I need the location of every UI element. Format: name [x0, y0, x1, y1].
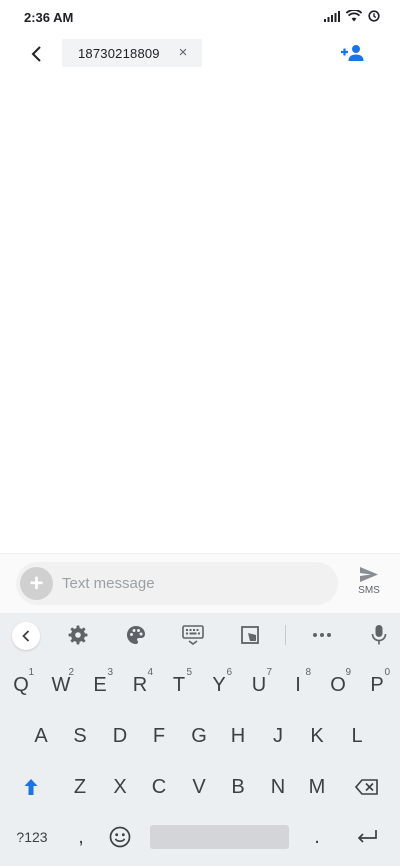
key-h[interactable]: H [220, 716, 256, 756]
key-w[interactable]: W2 [43, 665, 79, 705]
key-i[interactable]: I8 [280, 665, 316, 705]
key-c[interactable]: C [141, 767, 177, 807]
key-j[interactable]: J [260, 716, 296, 756]
back-icon [22, 630, 30, 642]
key-f[interactable]: F [141, 716, 177, 756]
key-y[interactable]: Y6 [201, 665, 237, 705]
status-time: 2:36 AM [24, 10, 74, 25]
key-r[interactable]: R4 [122, 665, 158, 705]
back-button[interactable] [22, 40, 50, 68]
keyboard-mode-button[interactable] [181, 623, 205, 647]
key-n[interactable]: N [260, 767, 296, 807]
key-d[interactable]: D [102, 716, 138, 756]
more-button[interactable] [310, 623, 334, 647]
key-p[interactable]: P0 [359, 665, 395, 705]
key-m[interactable]: M [299, 767, 335, 807]
key-x[interactable]: X [102, 767, 138, 807]
recipient-number: 18730218809 [78, 45, 160, 61]
conversation-header: 18730218809 × [0, 36, 400, 72]
recipient-chip[interactable]: 18730218809 × [62, 39, 202, 67]
resize-icon [241, 626, 259, 644]
attach-button[interactable]: + [20, 567, 53, 600]
key-e[interactable]: E3 [82, 665, 118, 705]
key-a[interactable]: A [23, 716, 59, 756]
key-s[interactable]: S [62, 716, 98, 756]
send-label: SMS [358, 585, 380, 596]
status-bar: 2:36 AM [0, 0, 400, 36]
more-icon [313, 633, 331, 637]
emoji-icon [109, 826, 131, 848]
message-composer: + SMS [0, 553, 400, 613]
key-b[interactable]: B [220, 767, 256, 807]
send-button[interactable]: SMS [352, 566, 386, 606]
key-o[interactable]: O9 [320, 665, 356, 705]
key-z[interactable]: Z [62, 767, 98, 807]
period-key[interactable]: . [299, 817, 335, 857]
resize-button[interactable] [238, 623, 262, 647]
palette-icon [127, 626, 145, 644]
shift-key[interactable] [13, 767, 49, 807]
key-t[interactable]: T5 [161, 665, 197, 705]
toolbar-back-button[interactable] [12, 622, 40, 650]
key-l[interactable]: L [339, 716, 375, 756]
wifi-icon [346, 10, 362, 22]
chip-close-icon[interactable]: × [176, 45, 190, 61]
settings-button[interactable] [66, 623, 90, 647]
send-icon [360, 567, 378, 582]
signal-icon [324, 10, 340, 22]
keyboard-toolbar [0, 613, 400, 657]
keyboard: Q1 W2 E3 R4 T5 Y6 U7 I8 O9 P0 A S D F G … [0, 613, 400, 866]
keyboard-icon [182, 625, 204, 645]
status-icons [324, 10, 380, 22]
comma-key[interactable]: , [63, 817, 99, 857]
shift-icon [24, 779, 38, 795]
key-u[interactable]: U7 [241, 665, 277, 705]
back-arrow-icon [31, 46, 41, 62]
toolbar-divider [285, 625, 286, 645]
enter-icon [357, 830, 377, 843]
message-input-container: + [16, 562, 338, 605]
backspace-icon [355, 779, 378, 795]
settings-icon [68, 625, 88, 645]
symbols-key[interactable]: ?123 [13, 817, 51, 857]
theme-button[interactable] [124, 623, 148, 647]
alarm-icon [368, 10, 380, 22]
emoji-key[interactable] [102, 817, 138, 857]
add-contact-button[interactable] [340, 42, 366, 64]
message-input[interactable] [62, 568, 322, 599]
key-q[interactable]: Q1 [3, 665, 39, 705]
mic-icon [371, 625, 387, 645]
backspace-key[interactable] [349, 767, 385, 807]
enter-key[interactable] [349, 817, 385, 857]
key-k[interactable]: K [299, 716, 335, 756]
voice-input-button[interactable] [367, 623, 391, 647]
plus-icon: + [29, 569, 44, 597]
space-key[interactable] [150, 825, 289, 849]
key-g[interactable]: G [181, 716, 217, 756]
add-person-icon [341, 45, 364, 61]
key-v[interactable]: V [181, 767, 217, 807]
